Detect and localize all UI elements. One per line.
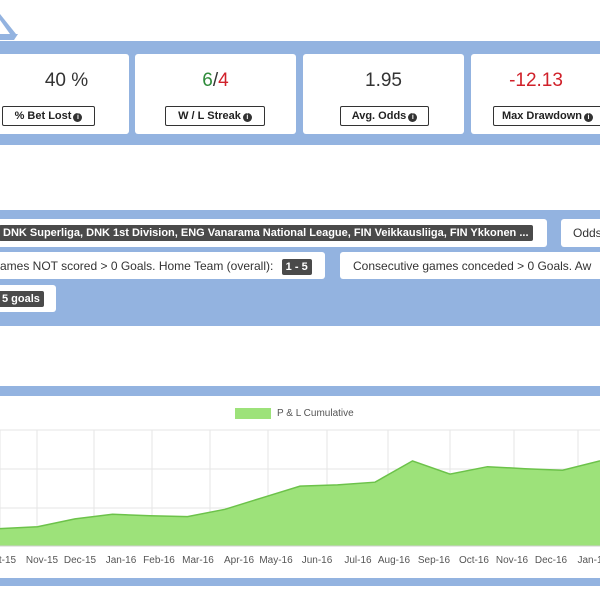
info-icon[interactable]: i	[584, 113, 594, 122]
odds-filter-label: Odds	[573, 226, 600, 240]
x-tick-label: Jul-16	[344, 555, 372, 566]
chart-plot: ct-15 Nov-15 Dec-15 Jan-16 Feb-16 Mar-16 Apr-1…	[0, 429, 600, 566]
stat-card-avg-odds: 1.95 Avg. Odds i	[303, 54, 464, 134]
leagues-tag: DNK Superliga, DNK 1st Division, ENG Van…	[0, 225, 533, 241]
avg-odds-label[interactable]: Avg. Odds i	[340, 106, 429, 126]
tab-corner-icon	[0, 14, 18, 40]
x-tick-label: Feb-16	[143, 555, 175, 566]
x-tick-label: Jun-16	[302, 555, 333, 566]
x-tick-label: Jan-1	[577, 555, 600, 566]
stat-card-max-drawdown: -12.13 Max Drawdown i	[471, 54, 600, 134]
wl-streak-value: 6/4	[135, 70, 296, 92]
dashboard: 40 % % Bet Lost i 6/4 W / L Streak i 1.95 …	[0, 0, 600, 600]
stat-card-bet-lost: 40 % % Bet Lost i	[0, 54, 129, 134]
x-tick-label: Nov-15	[26, 555, 59, 566]
pl-chart: P & L Cumulative ct-15Nov-15Dec-15Jan-16…	[0, 396, 600, 578]
leagues-filter[interactable]: DNK Superliga, DNK 1st Division, ENG Van…	[0, 219, 547, 247]
wl-streak-label[interactable]: W / L Streak i	[165, 106, 265, 126]
x-tick-label: Mar-16	[182, 555, 214, 566]
stat-card-wl-streak: 6/4 W / L Streak i	[135, 54, 296, 134]
x-tick-label: Dec-15	[64, 555, 97, 566]
x-tick-label: Jan-16	[106, 555, 137, 566]
bet-lost-value: 40 %	[44, 70, 89, 91]
x-tick-label: Aug-16	[378, 555, 411, 566]
goals-filter[interactable]: 5 goals	[0, 285, 56, 312]
info-icon[interactable]: i	[73, 113, 83, 122]
info-icon[interactable]: i	[408, 113, 418, 122]
wl-streak-wins: 6	[202, 70, 213, 91]
x-tick-label: May-16	[259, 555, 293, 566]
odds-filter[interactable]: Odds	[561, 219, 600, 247]
condition-home-tag: 1 - 5	[281, 259, 312, 275]
max-drawdown-value: -12.13	[471, 70, 600, 92]
x-tick-label: Dec-16	[535, 555, 568, 566]
max-drawdown-number: -12.13	[509, 70, 563, 91]
wl-streak-losses: 4	[218, 70, 229, 91]
pl-area	[0, 460, 600, 546]
condition-home-not-scored[interactable]: ames NOT scored > 0 Goals. Home Team (ov…	[0, 252, 325, 279]
avg-odds-label-text: Avg. Odds	[351, 110, 407, 122]
condition-home-text: ames NOT scored > 0 Goals. Home Team (ov…	[0, 259, 274, 273]
goals-tag: 5 goals	[0, 291, 44, 307]
max-drawdown-label[interactable]: Max Drawdown i	[493, 106, 600, 126]
bet-lost-label[interactable]: % Bet Lost i	[2, 106, 95, 126]
x-tick-label: Sep-16	[418, 555, 451, 566]
bet-lost-label-text: % Bet Lost	[14, 110, 72, 122]
wl-streak-label-text: W / L Streak	[178, 110, 241, 122]
info-icon[interactable]: i	[242, 113, 252, 122]
x-tick-label: Nov-16	[496, 555, 529, 566]
condition-away-conceded[interactable]: Consecutive games conceded > 0 Goals. Aw	[340, 252, 600, 279]
x-tick-label: ct-15	[0, 555, 17, 566]
condition-away-text: Consecutive games conceded > 0 Goals. Aw	[353, 259, 592, 273]
x-tick-label: Apr-16	[224, 555, 254, 566]
avg-odds-value: 1.95	[365, 70, 402, 91]
x-tick-label: Oct-16	[459, 555, 489, 566]
max-drawdown-label-text: Max Drawdown	[501, 110, 583, 122]
